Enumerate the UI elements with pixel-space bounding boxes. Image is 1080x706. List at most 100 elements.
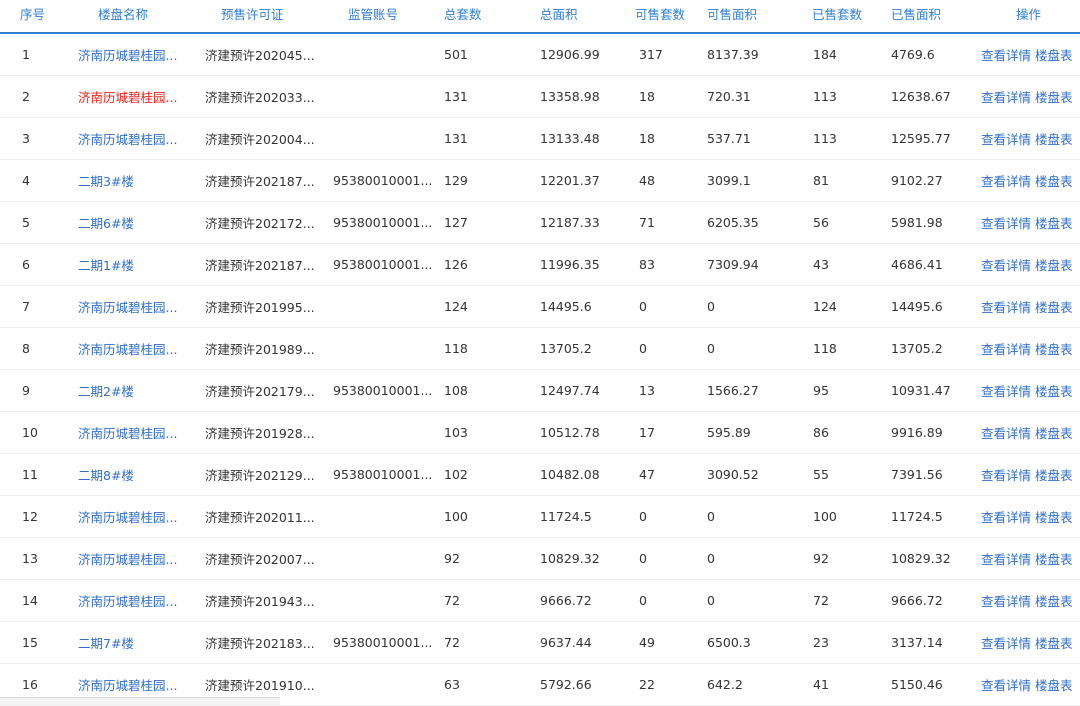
project-name-link[interactable]: 济南历城碧桂园...: [78, 90, 177, 105]
header-account[interactable]: 监管账号: [333, 0, 444, 34]
project-name-link[interactable]: 二期7#楼: [78, 636, 134, 651]
cell-actions: 查看详情 楼盘表: [972, 243, 1080, 286]
total-units: 100: [444, 495, 528, 538]
building-table-link[interactable]: 楼盘表: [1035, 132, 1073, 147]
project-name-link[interactable]: 济南历城碧桂园...: [78, 342, 177, 357]
table-row: 13 济南历城碧桂园... 济建预许202007... 92 10829.32 0 0 92 1…: [0, 537, 1080, 580]
building-table-link[interactable]: 楼盘表: [1035, 216, 1073, 231]
project-name-link[interactable]: 二期8#楼: [78, 468, 134, 483]
cell-actions: 查看详情 楼盘表: [972, 369, 1080, 412]
total-area: 13358.98: [528, 75, 625, 118]
table-row: 2 济南历城碧桂园... 济建预许202033... 131 13358.98 18 720…: [0, 75, 1080, 118]
project-name-link[interactable]: 济南历城碧桂园...: [78, 426, 177, 441]
cell-no: 6: [0, 243, 78, 286]
permit-no: 济建预许201928...: [205, 411, 333, 454]
header-total[interactable]: 总套数: [444, 0, 528, 34]
project-name-link[interactable]: 济南历城碧桂园...: [78, 300, 177, 315]
cell-actions: 查看详情 楼盘表: [972, 411, 1080, 454]
permit-no: 济建预许202007...: [205, 537, 333, 580]
view-detail-link[interactable]: 查看详情: [981, 552, 1031, 567]
view-detail-link[interactable]: 查看详情: [981, 342, 1031, 357]
header-sold[interactable]: 已售套数: [808, 0, 883, 34]
table-body: 1 济南历城碧桂园... 济建预许202045... 501 12906.99 317 81…: [0, 33, 1080, 706]
building-table-link[interactable]: 楼盘表: [1035, 552, 1073, 567]
project-name-link[interactable]: 二期6#楼: [78, 216, 134, 231]
building-table-link[interactable]: 楼盘表: [1035, 342, 1073, 357]
view-detail-link[interactable]: 查看详情: [981, 216, 1031, 231]
project-name-link[interactable]: 济南历城碧桂园...: [78, 594, 177, 609]
cell-no: 13: [0, 537, 78, 580]
building-table-link[interactable]: 楼盘表: [1035, 300, 1073, 315]
header-name[interactable]: 楼盘名称: [78, 0, 205, 34]
header-permit[interactable]: 预售许可证: [205, 0, 333, 34]
building-table-link[interactable]: 楼盘表: [1035, 468, 1073, 483]
available-units: 18: [625, 75, 703, 118]
building-table-link[interactable]: 楼盘表: [1035, 678, 1073, 693]
cell-actions: 查看详情 楼盘表: [972, 327, 1080, 370]
building-table-link[interactable]: 楼盘表: [1035, 594, 1073, 609]
header-avail-area[interactable]: 可售面积: [703, 0, 808, 34]
header-area[interactable]: 总面积: [528, 0, 625, 34]
sold-area: 12595.77: [883, 117, 972, 160]
permit-no: 济建预许201943...: [205, 579, 333, 622]
view-detail-link[interactable]: 查看详情: [981, 594, 1031, 609]
view-detail-link[interactable]: 查看详情: [981, 174, 1031, 189]
account-no: [333, 285, 444, 328]
sold-area: 10931.47: [883, 369, 972, 412]
view-detail-link[interactable]: 查看详情: [981, 510, 1031, 525]
project-name-link[interactable]: 济南历城碧桂园...: [78, 48, 177, 63]
view-detail-link[interactable]: 查看详情: [981, 384, 1031, 399]
project-name-link[interactable]: 济南历城碧桂园...: [78, 510, 177, 525]
project-name-link[interactable]: 济南历城碧桂园...: [78, 678, 177, 693]
available-units: 0: [625, 537, 703, 580]
table-row: 9 二期2#楼 济建预许202179... 95380010001... 108 1249…: [0, 369, 1080, 412]
building-table-link[interactable]: 楼盘表: [1035, 90, 1073, 105]
building-table-link[interactable]: 楼盘表: [1035, 510, 1073, 525]
header-no[interactable]: 序号: [0, 0, 78, 34]
project-name-link[interactable]: 二期2#楼: [78, 384, 134, 399]
view-detail-link[interactable]: 查看详情: [981, 426, 1031, 441]
available-units: 83: [625, 243, 703, 286]
view-detail-link[interactable]: 查看详情: [981, 636, 1031, 651]
view-detail-link[interactable]: 查看详情: [981, 468, 1031, 483]
building-table-link[interactable]: 楼盘表: [1035, 636, 1073, 651]
project-name-link[interactable]: 济南历城碧桂园...: [78, 552, 177, 567]
project-name-link[interactable]: 二期3#楼: [78, 174, 134, 189]
building-table-link[interactable]: 楼盘表: [1035, 426, 1073, 441]
header-actions: 操作: [972, 0, 1080, 34]
total-units: 63: [444, 663, 528, 706]
view-detail-link[interactable]: 查看详情: [981, 48, 1031, 63]
available-units: 18: [625, 117, 703, 160]
view-detail-link[interactable]: 查看详情: [981, 678, 1031, 693]
view-detail-link[interactable]: 查看详情: [981, 90, 1031, 105]
sold-area: 7391.56: [883, 453, 972, 496]
cell-no: 5: [0, 201, 78, 244]
building-table-link[interactable]: 楼盘表: [1035, 174, 1073, 189]
sold-area: 4769.6: [883, 33, 972, 76]
table-row: 12 济南历城碧桂园... 济建预许202011... 100 11724.5 0 0 100…: [0, 495, 1080, 538]
permit-no: 济建预许202179...: [205, 369, 333, 412]
cell-no: 15: [0, 621, 78, 664]
cell-no: 12: [0, 495, 78, 538]
cell-actions: 查看详情 楼盘表: [972, 453, 1080, 496]
cell-actions: 查看详情 楼盘表: [972, 621, 1080, 664]
total-area: 11724.5: [528, 495, 625, 538]
available-units: 22: [625, 663, 703, 706]
header-sold-area[interactable]: 已售面积: [883, 0, 972, 34]
total-units: 501: [444, 33, 528, 76]
building-table-link[interactable]: 楼盘表: [1035, 48, 1073, 63]
account-no: [333, 537, 444, 580]
available-area: 0: [703, 579, 808, 622]
building-table-link[interactable]: 楼盘表: [1035, 258, 1073, 273]
project-name-link[interactable]: 济南历城碧桂园...: [78, 132, 177, 147]
view-detail-link[interactable]: 查看详情: [981, 300, 1031, 315]
cell-name: 济南历城碧桂园...: [78, 579, 205, 622]
available-area: 7309.94: [703, 243, 808, 286]
view-detail-link[interactable]: 查看详情: [981, 258, 1031, 273]
permit-no: 济建预许202183...: [205, 621, 333, 664]
view-detail-link[interactable]: 查看详情: [981, 132, 1031, 147]
header-avail[interactable]: 可售套数: [625, 0, 703, 34]
project-name-link[interactable]: 二期1#楼: [78, 258, 134, 273]
available-area: 3090.52: [703, 453, 808, 496]
building-table-link[interactable]: 楼盘表: [1035, 384, 1073, 399]
